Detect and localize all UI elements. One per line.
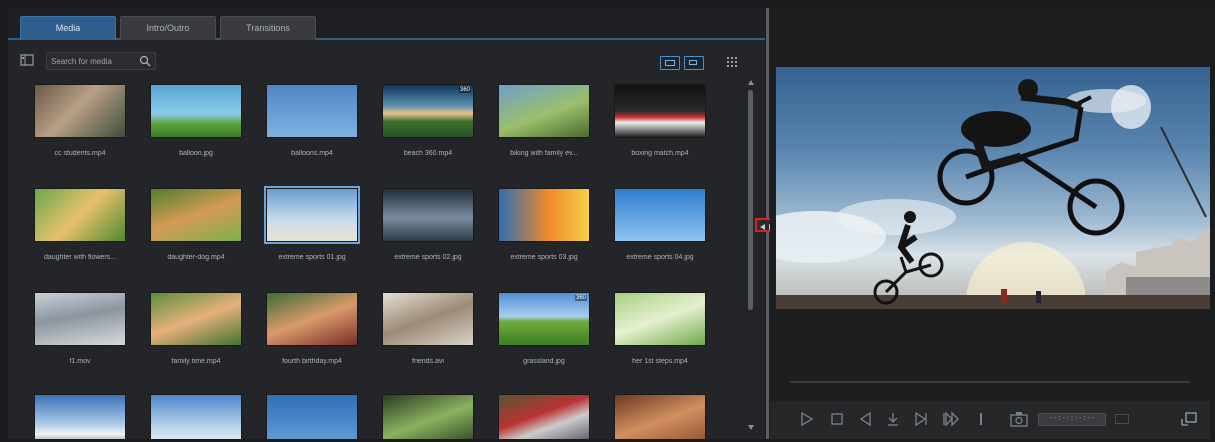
media-filename: extreme sports 04.jpg [626,254,694,261]
media-thumbnail[interactable]: 360 [382,84,474,138]
media-filename: biking with family ev... [510,150,578,157]
tab-bar: Media Intro/Outro Transitions [8,8,765,40]
media-thumbnail[interactable] [34,292,126,346]
view-small-thumbnails-button[interactable] [684,56,704,70]
fit-view-icon[interactable] [1180,411,1198,427]
fast-forward-icon[interactable] [942,411,960,427]
media-scrollbar[interactable] [746,80,756,436]
media-thumbnail[interactable] [498,188,590,242]
media-thumbnail[interactable] [150,292,242,346]
media-thumbnail[interactable] [614,394,706,439]
media-filename: family time.mp4 [171,358,221,365]
media-thumbnail[interactable] [382,188,474,242]
separator [980,413,982,425]
play-icon[interactable] [800,411,814,427]
media-thumbnail[interactable] [382,292,474,346]
media-grid: cc students.mp4 balloon.jpg balloons.mp4 36… [28,84,728,439]
media-filename: extreme sports 01.jpg [278,254,346,261]
media-thumbnail[interactable] [34,84,126,138]
timeline-slider[interactable] [790,381,1190,383]
next-frame-icon[interactable] [914,411,928,427]
media-thumbnail[interactable] [382,394,474,439]
snapshot-icon[interactable] [1010,411,1028,427]
media-filename: daughter-dog.mp4 [167,254,225,261]
media-panel: Media Intro/Outro Transitions cc stude [8,8,765,439]
import-media-icon[interactable] [20,54,34,66]
scroll-up-arrow-icon[interactable] [748,80,754,85]
mark-icon[interactable] [886,411,900,427]
media-thumbnail[interactable] [498,394,590,439]
media-filename: balloon.jpg [179,150,213,157]
preview-panel: --:--:--:-- [770,8,1210,439]
media-filename: her 1st steps.mp4 [632,358,688,365]
media-filename: extreme sports 03.jpg [510,254,578,261]
search-input[interactable] [51,55,135,68]
scroll-down-arrow-icon[interactable] [748,425,754,430]
media-thumbnail[interactable] [34,188,126,242]
search-icon[interactable] [139,55,151,67]
badge-360: 360 [574,295,587,301]
media-toolbar [8,42,765,80]
view-large-thumbnails-button[interactable] [660,56,680,70]
media-filename: daughter with flowers... [44,254,116,261]
preview-window [776,67,1210,309]
media-thumbnail[interactable]: 360 [498,292,590,346]
media-filename: boxing match.mp4 [631,150,689,157]
stop-icon[interactable] [830,411,844,427]
media-filename: cc students.mp4 [54,150,106,157]
media-filename: extreme sports 02.jpg [394,254,462,261]
scroll-thumb[interactable] [748,90,753,310]
tab-transitions[interactable]: Transitions [220,16,316,40]
media-thumbnail[interactable] [614,292,706,346]
badge-360: 360 [458,87,471,93]
playback-controls: --:--:--:-- [770,401,1210,439]
media-thumbnail[interactable] [150,84,242,138]
previous-frame-icon[interactable] [858,411,872,427]
media-thumbnail[interactable] [266,394,358,439]
media-filename: fourth birthday.mp4 [282,358,342,365]
tab-intro-outro[interactable]: Intro/Outro [120,16,216,40]
preview-image [776,79,1210,309]
media-thumbnail[interactable] [266,84,358,138]
media-thumbnail[interactable] [150,188,242,242]
media-thumbnail[interactable] [614,188,706,242]
volume-icon[interactable] [1115,414,1129,424]
media-thumbnail[interactable] [614,84,706,138]
media-filename: beach 360.mp4 [403,150,453,157]
media-filename: f1.mov [69,358,91,365]
media-thumbnail[interactable] [150,394,242,439]
media-thumbnail[interactable] [498,84,590,138]
tab-media[interactable]: Media [20,16,116,40]
media-thumbnail[interactable] [264,186,360,244]
media-thumbnail[interactable] [34,394,126,439]
search-box [46,52,156,70]
media-thumbnail[interactable] [266,292,358,346]
grid-view-icon[interactable] [726,56,738,68]
media-filename: balloons.mp4 [291,150,333,157]
media-filename: friends.avi [412,358,444,365]
timecode-display: --:--:--:-- [1038,413,1106,426]
media-filename: grassland.jpg [523,358,565,365]
